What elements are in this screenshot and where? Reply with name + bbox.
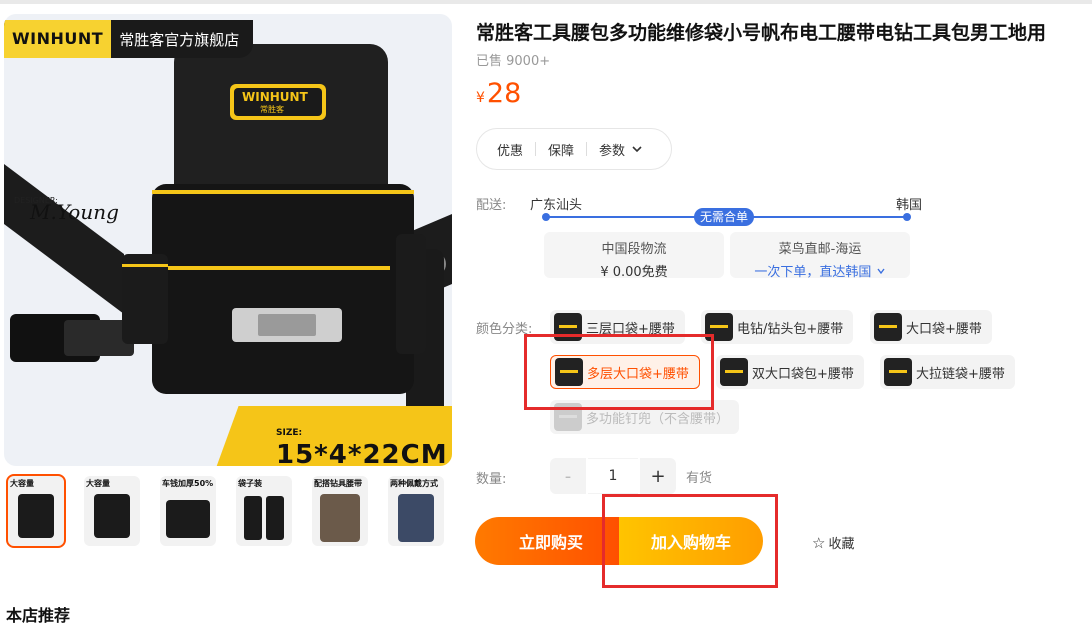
star-icon: ☆: [812, 533, 826, 552]
highlight-box-selected-option: [524, 334, 714, 410]
sold-count: 已售 9000+: [476, 54, 551, 69]
option-thumbnail: [720, 358, 748, 386]
brand-logo: WINHUNT: [4, 20, 112, 58]
quantity-input[interactable]: 1: [588, 458, 638, 494]
tab-params-label: 参数: [599, 143, 626, 159]
china-logistics-title: 中国段物流: [601, 242, 667, 257]
chevron-down-icon: [877, 268, 885, 275]
shop-badge: WINHUNT 常胜客官方旗舰店: [4, 20, 254, 58]
size-label: SIZE:: [276, 428, 303, 438]
quantity-minus-button[interactable]: -: [550, 458, 586, 494]
color-option-label: 电钻/钻头包+腰带: [737, 321, 844, 337]
color-option-label: 多功能钉兜（不含腰带）: [586, 411, 730, 427]
shop-name: 常胜客官方旗舰店: [119, 30, 240, 49]
china-logistics-card: 中国段物流 ¥ 0.00免费: [544, 232, 724, 280]
chevron-down-icon: [632, 146, 642, 153]
info-tabs: 优惠 保障 参数: [476, 128, 672, 170]
tab-separator: [586, 142, 588, 156]
bag-logo-bottom: 常胜客: [260, 105, 284, 114]
shipping-label: 配送:: [476, 198, 507, 213]
route-start-dot: [542, 213, 550, 221]
thumbnail-caption: 配搭钻具腰带: [314, 479, 362, 488]
size-value: 15*4*22CM: [276, 440, 448, 466]
quantity-plus-button[interactable]: +: [640, 458, 676, 494]
cainiao-shipping-desc: 一次下单，直达韩国: [730, 261, 910, 280]
option-thumbnail: [874, 313, 902, 341]
color-option[interactable]: 大口袋+腰带: [870, 310, 992, 344]
thumbnail[interactable]: 大容量: [84, 476, 140, 546]
cainiao-shipping-desc-text: 一次下单，直达韩国: [754, 265, 872, 280]
quantity-stepper: - 1 + 有货: [550, 458, 712, 494]
stock-status: 有货: [686, 470, 713, 486]
highlight-box-add-to-cart: [602, 494, 778, 588]
price: ¥ 28: [476, 78, 521, 109]
color-option[interactable]: 电钻/钻头包+腰带: [701, 310, 854, 344]
thumbnail[interactable]: 配搭钻具腰带: [312, 476, 368, 546]
store-recommend-heading: 本店推荐: [6, 606, 71, 625]
thumbnail[interactable]: 大容量: [6, 474, 66, 548]
color-option-label: 双大口袋包+腰带: [752, 366, 854, 382]
thumbnail-caption: 袋子装: [238, 479, 262, 488]
thumbnail-caption: 大容量: [86, 479, 110, 488]
tab-discount[interactable]: 优惠: [497, 140, 523, 159]
thumbnail-strip: 大容量 大容量 车钱加厚50% 袋子装 配搭钻具腰带 两种佩戴方式: [6, 474, 444, 548]
shipping-origin: 广东汕头: [530, 198, 583, 213]
bag-logo-top: WINHUNT: [242, 90, 308, 104]
china-logistics-fee: ¥ 0.00免费: [600, 265, 668, 280]
product-title: 常胜客工具腰包多功能维修袋小号帆布电工腰带电钻工具包男工地用: [476, 22, 1047, 44]
thumbnail[interactable]: 袋子装: [236, 476, 292, 546]
currency-symbol: ¥: [476, 90, 485, 106]
cainiao-shipping-card[interactable]: 菜鸟直邮-海运 一次下单，直达韩国: [730, 232, 910, 280]
tool-bag-illustration: [4, 44, 452, 429]
color-option-label: 大拉链袋+腰带: [916, 366, 1005, 382]
designer-signature: M.Young: [30, 200, 119, 224]
cainiao-shipping-title: 菜鸟直邮-海运: [778, 242, 862, 257]
top-divider: [0, 0, 1092, 4]
color-option-label: 大口袋+腰带: [906, 321, 982, 337]
tab-separator: [535, 142, 537, 156]
route-end-dot: [903, 213, 911, 221]
tab-guarantee[interactable]: 保障: [548, 140, 574, 159]
price-value: 28: [486, 78, 522, 109]
shipping-destination[interactable]: 韩国: [896, 194, 922, 213]
favorite-button[interactable]: ☆ 收藏: [812, 533, 855, 553]
tab-params[interactable]: 参数: [599, 140, 643, 159]
thumbnail[interactable]: 两种佩戴方式: [388, 476, 444, 546]
thumbnail-caption: 车钱加厚50%: [162, 479, 214, 488]
option-thumbnail: [884, 358, 912, 386]
buy-now-button[interactable]: 立即购买: [475, 517, 619, 565]
main-product-image[interactable]: WINHUNT 常胜客 WINHUNT 常胜客官方旗舰店 DESIGNER: M…: [4, 14, 452, 466]
color-option[interactable]: 双大口袋包+腰带: [716, 355, 864, 389]
color-option[interactable]: 大拉链袋+腰带: [880, 355, 1015, 389]
favorite-label: 收藏: [828, 537, 855, 552]
no-merge-badge: 无需合单: [694, 208, 755, 226]
quantity-label: 数量:: [476, 472, 507, 487]
thumbnail-caption: 两种佩戴方式: [390, 479, 438, 488]
thumbnail-caption: 大容量: [10, 479, 34, 488]
thumbnail[interactable]: 车钱加厚50%: [160, 476, 216, 546]
